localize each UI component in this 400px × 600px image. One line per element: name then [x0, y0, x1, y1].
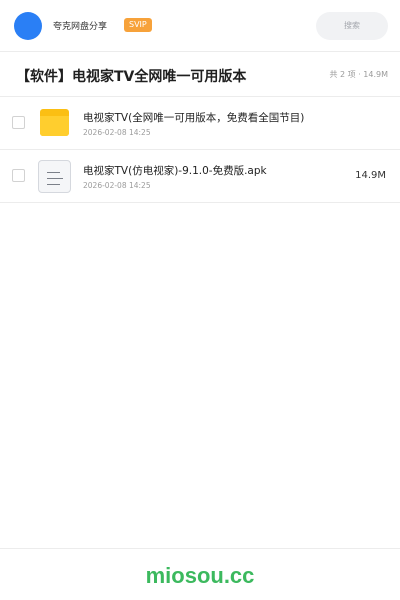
share-summary: 共 2 项 · 14.9M: [329, 70, 388, 79]
svip-badge: SVIP: [124, 18, 152, 32]
document-file-icon: [38, 160, 71, 193]
username: 夸克网盘分享: [53, 22, 108, 32]
row-checkbox[interactable]: [12, 169, 25, 182]
row-checkbox[interactable]: [12, 116, 25, 129]
list-item[interactable]: 电视家TV(全网唯一可用版本，免费看全国节目) 2026-02-08 14:25: [0, 97, 400, 150]
file-name[interactable]: 电视家TV(仿电视家)-9.1.0-免费版.apk: [83, 163, 267, 178]
list-item[interactable]: 电视家TV(仿电视家)-9.1.0-免费版.apk 2026-02-08 14:…: [0, 150, 400, 203]
share-header: 【软件】电视家TV全网唯一可用版本 共 2 项 · 14.9M: [0, 53, 400, 97]
search-input[interactable]: 搜索: [316, 12, 388, 40]
footer: miosou.cc: [0, 548, 400, 600]
file-name[interactable]: 电视家TV(全网唯一可用版本，免费看全国节目): [83, 110, 304, 125]
file-date: 2026-02-08 14:25: [83, 128, 151, 137]
file-size: 14.9M: [355, 170, 386, 181]
file-date: 2026-02-08 14:25: [83, 181, 151, 190]
avatar[interactable]: [14, 12, 42, 40]
page-title: 【软件】电视家TV全网唯一可用版本: [16, 69, 247, 85]
top-bar: 夸克网盘分享 SVIP 搜索: [0, 0, 400, 52]
site-brand[interactable]: miosou.cc: [0, 563, 400, 589]
folder-icon: [40, 109, 69, 136]
